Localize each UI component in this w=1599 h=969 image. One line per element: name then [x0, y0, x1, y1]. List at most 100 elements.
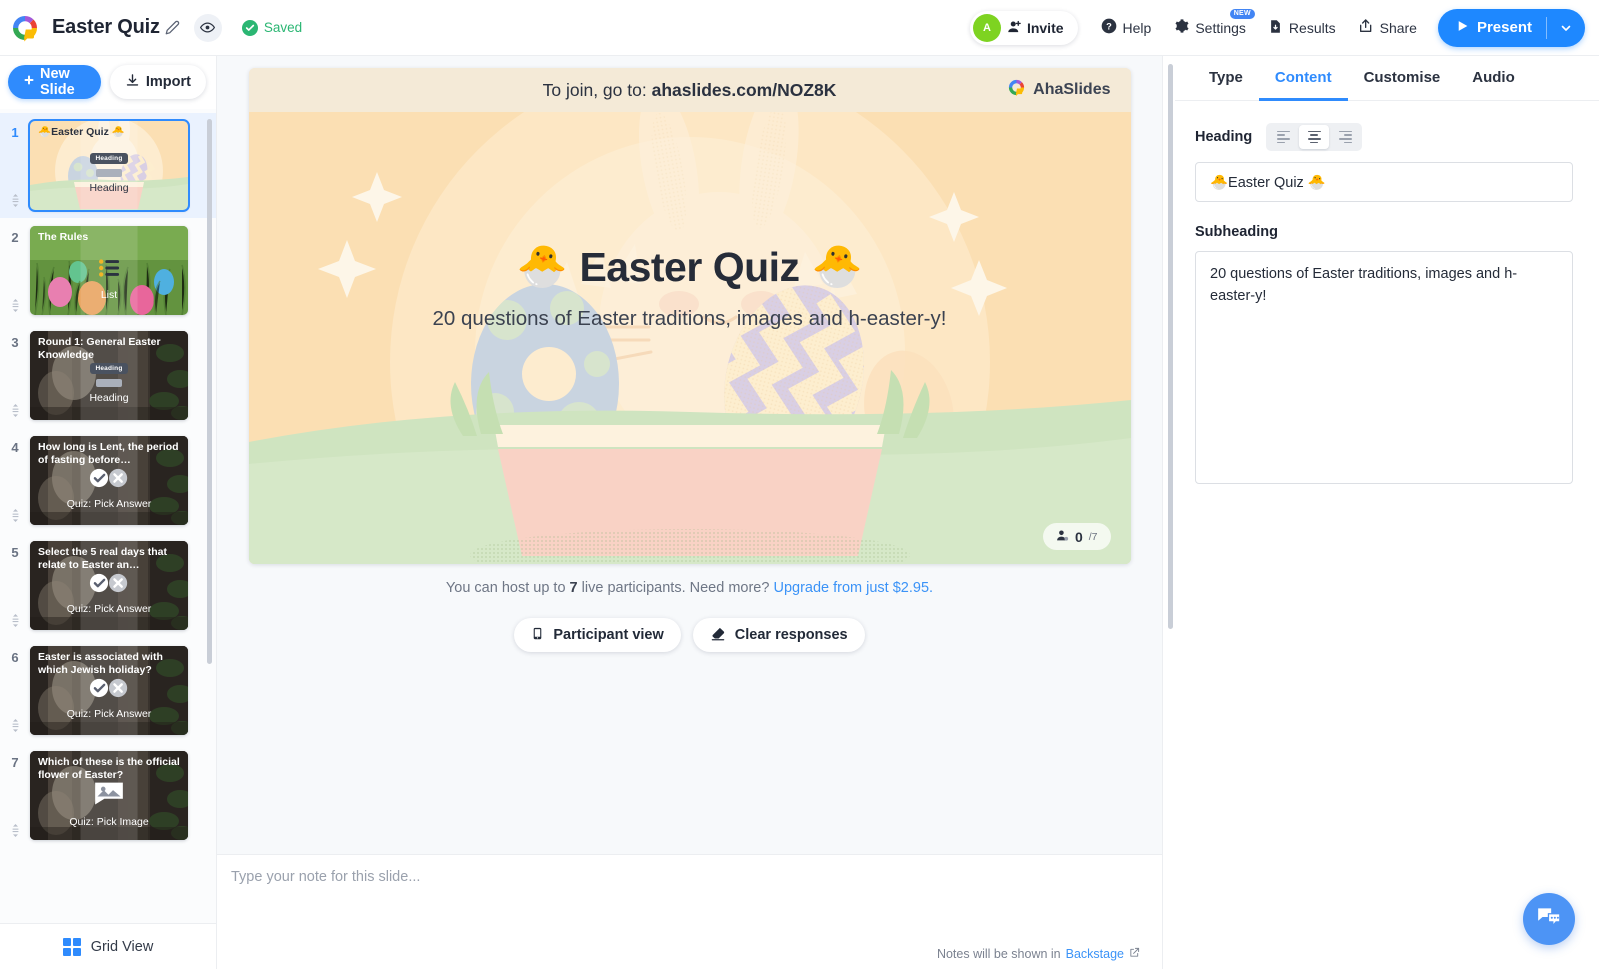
slide-thumbnail[interactable]: 🐣Easter Quiz 🐣 Heading Heading [28, 119, 190, 212]
slide-thumbnail[interactable]: How long is Lent, the period of fasting … [30, 436, 188, 525]
eraser-icon [710, 626, 726, 645]
backstage-link[interactable]: Backstage [1066, 947, 1124, 961]
drag-handle[interactable] [12, 194, 19, 208]
chat-support-button[interactable] [1523, 893, 1575, 945]
invite-button[interactable]: A Invite [969, 10, 1078, 45]
slide-heading[interactable]: 🐣 Easter Quiz 🐣 [516, 243, 863, 291]
slide-thumbnail[interactable]: The Rules List [30, 226, 188, 315]
share-label: Share [1379, 19, 1417, 36]
slide-thumb-7[interactable]: 7 Which of these is the official flower o… [0, 743, 216, 848]
slide-thumbnail[interactable]: Select the 5 real days that relate to Ea… [30, 541, 188, 630]
grid-view-label: Grid View [90, 938, 154, 955]
slide-thumb-4[interactable]: 4 How long is Lent, the period of fasting… [0, 428, 216, 533]
person-icon [1056, 529, 1069, 545]
heading-align-group [1266, 123, 1363, 151]
tab-audio[interactable]: Audio [1456, 56, 1531, 101]
heading-field-row: Heading [1195, 123, 1573, 151]
properties-panel: Type Content Customise Audio Heading 🐣Ea… [1162, 56, 1599, 969]
settings-label: Settings [1195, 19, 1246, 36]
panel-scrollbar[interactable] [1168, 64, 1173, 629]
drag-handle[interactable] [12, 614, 19, 628]
main-body: New Slide Import 1 🐣Easter Quiz 🐣 Heading H… [0, 56, 1599, 969]
slide-thumb-5[interactable]: 5 Select the 5 real days that relate to E… [0, 533, 216, 638]
slide-thumbnail[interactable]: Which of these is the official flower of… [30, 751, 188, 840]
list-icon [96, 257, 122, 284]
present-button[interactable]: Present [1437, 8, 1585, 47]
sidebar-scrollbar[interactable] [207, 119, 212, 664]
chick-emoji-right: 🐣 [811, 243, 863, 289]
slide-thumb-3[interactable]: 3 Round 1: General Easter Knowledge Headin… [0, 323, 216, 428]
add-slide-button[interactable]: New Slide [8, 65, 101, 99]
present-main[interactable]: Present [1438, 19, 1546, 37]
placeholder-bar [96, 169, 122, 177]
top-actions: A Invite ? Help Settings NEW Results Sha… [969, 8, 1585, 47]
svg-text:?: ? [1106, 21, 1112, 31]
slide-heading-text: Easter Quiz [579, 243, 800, 290]
participants-badge[interactable]: 0 /7 [1042, 523, 1111, 550]
results-button[interactable]: Results [1257, 10, 1347, 46]
panel-content: Heading Subheading [1163, 101, 1599, 489]
image-icon [94, 780, 124, 811]
ahaslides-logo-icon [10, 13, 40, 43]
slide-canvas[interactable]: To join, go to: ahaslides.com/NOZ8K AhaS… [248, 68, 1131, 564]
preview-button[interactable] [193, 13, 222, 42]
align-center-button[interactable] [1299, 125, 1330, 149]
help-button[interactable]: ? Help [1090, 10, 1163, 46]
invite-label: Invite [1007, 19, 1064, 37]
align-right-button[interactable] [1330, 125, 1360, 149]
clear-responses-label: Clear responses [734, 627, 848, 643]
subheading-textarea[interactable] [1195, 251, 1573, 484]
slide-text-block: 🐣 Easter Quiz 🐣 20 questions of Easter t… [249, 68, 1131, 564]
slides-list[interactable]: 1 🐣Easter Quiz 🐣 Heading Heading 2 The Rules L… [0, 109, 216, 923]
drag-handle[interactable] [12, 824, 19, 838]
new-badge: NEW [1229, 8, 1255, 19]
tab-content[interactable]: Content [1258, 56, 1348, 101]
slide-subheading[interactable]: 20 questions of Easter traditions, image… [433, 307, 947, 331]
drag-handle[interactable] [12, 719, 19, 733]
chevron-down-icon[interactable] [1547, 22, 1585, 34]
slides-sidebar: New Slide Import 1 🐣Easter Quiz 🐣 Heading H… [0, 56, 217, 969]
sidebar-toolbar: New Slide Import [0, 56, 216, 109]
drag-handle[interactable] [12, 509, 19, 523]
help-icon: ? [1101, 18, 1117, 37]
slide-thumb-6[interactable]: 6 Easter is associated with which Jewish … [0, 638, 216, 743]
check-icon [241, 19, 258, 36]
tab-type[interactable]: Type [1193, 56, 1259, 101]
import-button[interactable]: Import [109, 65, 206, 99]
clear-responses-button[interactable]: Clear responses [692, 618, 865, 652]
pencil-icon[interactable] [165, 20, 180, 35]
help-label: Help [1122, 19, 1152, 36]
slide-thumb-2[interactable]: 2 The Rules List [0, 218, 216, 323]
panel-tabs: Type Content Customise Audio [1175, 56, 1599, 101]
drag-handle[interactable] [12, 404, 19, 418]
heading-input[interactable] [1195, 162, 1573, 202]
upgrade-limit: 7 [569, 580, 578, 596]
add-person-icon [1007, 19, 1022, 37]
share-icon [1358, 18, 1374, 37]
slide-thumbnail[interactable]: Round 1: General Easter Knowledge Heading… [30, 331, 188, 420]
align-left-button[interactable] [1268, 125, 1298, 149]
slide-thumb-center: List [30, 226, 188, 315]
share-button[interactable]: Share [1347, 10, 1428, 46]
drag-handle[interactable] [12, 299, 19, 313]
placeholder-chip: Heading [90, 363, 128, 374]
status-badge: Saved [241, 19, 303, 36]
grid-view-button[interactable]: Grid View [0, 923, 216, 969]
slide-thumbnail[interactable]: Easter is associated with which Jewish h… [30, 646, 188, 735]
slide-type-label: List [100, 288, 118, 301]
settings-button[interactable]: Settings NEW [1162, 8, 1257, 46]
chick-emoji-left: 🐣 [516, 243, 568, 289]
slide-thumb-center: Heading Heading [30, 331, 188, 420]
upgrade-link[interactable]: Upgrade from just $2.95. [773, 580, 933, 596]
tab-customise[interactable]: Customise [1348, 56, 1457, 101]
results-download-icon [1268, 19, 1283, 37]
upgrade-mid: live participants. Need more? [577, 580, 774, 596]
participant-view-button[interactable]: Participant view [514, 618, 681, 652]
slide-thumb-1[interactable]: 1 🐣Easter Quiz 🐣 Heading Heading [0, 113, 216, 218]
chat-bubble-icon [1536, 904, 1562, 935]
slide-note-input[interactable] [231, 869, 1144, 885]
answer-icon [88, 678, 130, 703]
slide-thumb-center: Quiz: Pick Answer [30, 646, 188, 735]
saved-label: Saved [263, 20, 303, 35]
upgrade-pre: You can host up to [445, 580, 570, 596]
